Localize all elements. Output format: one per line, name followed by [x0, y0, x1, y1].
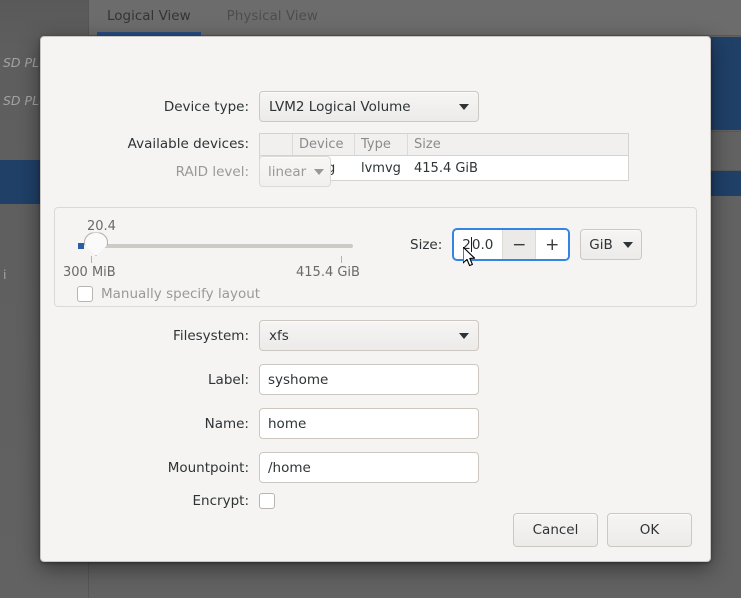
encrypt-label: Encrypt:: [192, 493, 249, 509]
filesystem-value: xfs: [269, 327, 289, 344]
tab-physical-view[interactable]: Physical View: [209, 0, 336, 36]
dialog-action-bar: Cancel OK: [513, 513, 692, 547]
manual-layout-checkbox[interactable]: [77, 286, 93, 302]
chevron-down-icon: [314, 168, 325, 175]
label-input[interactable]: syshome: [259, 364, 479, 395]
size-input-value-suffix: 0.0: [471, 236, 494, 253]
name-input-value: home: [268, 415, 307, 432]
size-input[interactable]: 2 0.0: [454, 230, 502, 259]
available-devices-header: Device Type Size: [260, 134, 628, 156]
device-type-combobox[interactable]: LVM2 Logical Volume: [259, 91, 479, 122]
size-control-group: Size: 2 0.0 − + GiB: [410, 228, 643, 261]
mountpoint-field-row: Mountpoint: /home: [41, 452, 710, 483]
filesystem-label: Filesystem:: [173, 327, 249, 344]
slider-tick-max: [341, 256, 342, 263]
encrypt-checkbox[interactable]: [259, 493, 275, 509]
column-header-type[interactable]: Type: [355, 134, 408, 155]
background-sidebar-item-3-label: i: [3, 266, 7, 282]
ok-button[interactable]: OK: [607, 513, 692, 547]
name-input[interactable]: home: [259, 408, 479, 439]
slider-track[interactable]: [91, 244, 353, 248]
label-field-label: Label:: [208, 371, 249, 388]
size-section-frame: 20.4 300 MiB 415.4 GiB Manually specify …: [54, 207, 697, 307]
device-type-value: LVM2 Logical Volume: [269, 98, 411, 115]
slider-tick-min: [91, 256, 92, 263]
chevron-down-icon: [459, 103, 469, 110]
tab-logical-view[interactable]: Logical View: [89, 0, 209, 36]
raid-level-row: RAID level: linear: [41, 156, 710, 187]
label-input-value: syshome: [268, 371, 329, 388]
mountpoint-input[interactable]: /home: [259, 452, 479, 483]
background-tab-bar: Logical View Physical View: [89, 0, 741, 36]
size-increment-button[interactable]: +: [535, 230, 569, 259]
column-header-size[interactable]: Size: [408, 134, 628, 155]
device-type-row: Device type: LVM2 Logical Volume: [41, 91, 710, 122]
slider-min-label: 300 MiB: [63, 265, 116, 280]
tab-physical-view-label: Physical View: [226, 8, 318, 24]
raid-level-combobox[interactable]: linear: [259, 156, 331, 187]
raid-level-label: RAID level:: [175, 163, 249, 180]
slider-origin-marker: [78, 243, 84, 249]
available-devices-label: Available devices:: [127, 136, 249, 152]
mountpoint-field-label: Mountpoint:: [167, 459, 249, 476]
slider-thumb[interactable]: [84, 232, 108, 256]
slider-current-value: 20.4: [87, 219, 116, 234]
device-type-label: Device type:: [163, 98, 249, 115]
manual-layout-label: Manually specify layout: [101, 286, 261, 302]
raid-level-value: linear: [268, 163, 307, 180]
label-field-row: Label: syshome: [41, 364, 710, 395]
column-header-device[interactable]: Device: [293, 134, 355, 155]
column-header-check: [260, 134, 293, 155]
size-decrement-button[interactable]: −: [502, 230, 536, 259]
size-unit-combobox[interactable]: GiB: [580, 229, 643, 260]
filesystem-row: Filesystem: xfs: [41, 320, 710, 351]
encrypt-row: Encrypt:: [41, 493, 710, 509]
size-unit-value: GiB: [589, 236, 613, 253]
size-input-value-prefix: 2: [462, 236, 471, 253]
size-label: Size:: [410, 236, 443, 253]
name-field-label: Name:: [204, 415, 249, 432]
name-field-row: Name: home: [41, 408, 710, 439]
chevron-down-icon: [459, 332, 469, 339]
manual-layout-row[interactable]: Manually specify layout: [77, 286, 260, 302]
add-logical-volume-dialog: Device type: LVM2 Logical Volume Availab…: [40, 36, 711, 562]
chevron-down-icon: [623, 241, 634, 248]
mountpoint-input-value: /home: [268, 459, 311, 476]
slider-max-label: 415.4 GiB: [296, 265, 360, 280]
size-spinbutton[interactable]: 2 0.0 − +: [452, 228, 571, 261]
filesystem-combobox[interactable]: xfs: [259, 320, 479, 351]
tab-logical-view-label: Logical View: [107, 8, 191, 24]
cancel-button[interactable]: Cancel: [513, 513, 598, 547]
